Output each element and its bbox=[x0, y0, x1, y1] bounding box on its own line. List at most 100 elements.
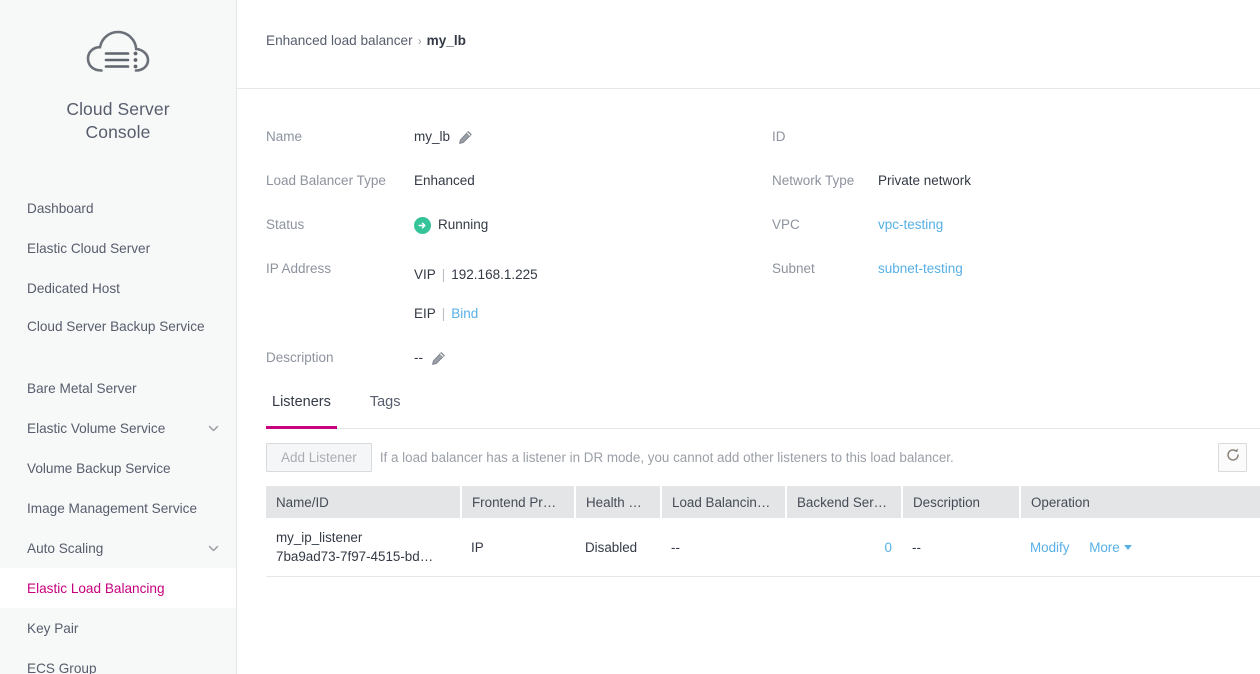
cell-description: -- bbox=[902, 518, 1020, 577]
vpc-link[interactable]: vpc-testing bbox=[878, 215, 943, 235]
network-type-label: Network Type bbox=[772, 173, 855, 188]
load-balancer-detail-panel: Name my_lb ID Load Balancer Type Enhance… bbox=[237, 89, 1260, 380]
column-header-name-id[interactable]: Name/ID bbox=[266, 486, 462, 518]
brand-block: Cloud Server Console bbox=[0, 0, 236, 144]
sidebar-item-label: Elastic Cloud Server bbox=[27, 240, 151, 256]
ip-address-label: IP Address bbox=[266, 261, 332, 276]
breadcrumb: Enhanced load balancer › my_lb bbox=[266, 33, 1260, 48]
vpc-label: VPC bbox=[772, 217, 800, 232]
cell-frontend-protocol: IP bbox=[461, 518, 575, 577]
sidebar-item-dedicated-host[interactable]: Dedicated Host bbox=[0, 268, 236, 308]
sidebar-item-label: Volume Backup Service bbox=[27, 460, 171, 476]
network-type-value: Private network bbox=[878, 173, 972, 188]
column-header-health-check[interactable]: Health … bbox=[575, 486, 662, 518]
subnet-label: Subnet bbox=[772, 261, 815, 276]
sidebar-item-elastic-volume-service[interactable]: Elastic Volume Service bbox=[0, 408, 236, 448]
breadcrumb-current: my_lb bbox=[426, 33, 466, 48]
sidebar-item-key-pair[interactable]: Key Pair bbox=[0, 608, 236, 648]
cell-name-id: my_ip_listener 7ba9ad73-7f97-4515-bd… bbox=[266, 518, 461, 577]
load-balancer-type-value: Enhanced bbox=[414, 173, 475, 188]
running-arrow-icon bbox=[414, 216, 431, 234]
add-listener-button[interactable]: Add Listener bbox=[266, 443, 372, 472]
eip-value-wrap: EIP | Bind bbox=[414, 291, 772, 336]
cell-health-check: Disabled bbox=[575, 518, 661, 577]
listeners-table-wrap: Name/ID Frontend Pr… Health … Load Balan… bbox=[266, 486, 1260, 577]
more-label: More bbox=[1089, 539, 1120, 555]
app-root: Cloud Server Console Dashboard Elastic C… bbox=[0, 0, 1260, 674]
load-balancer-type-label: Load Balancer Type bbox=[266, 173, 386, 188]
sidebar-item-ecs-group[interactable]: ECS Group bbox=[0, 648, 236, 674]
vpc-value-wrap: vpc-testing bbox=[878, 203, 1240, 247]
vip-address: 192.168.1.225 bbox=[451, 267, 538, 282]
cell-operation: Modify More bbox=[1020, 518, 1260, 577]
column-header-load-balancing[interactable]: Load Balancin… bbox=[661, 486, 787, 518]
breadcrumb-parent-link[interactable]: Enhanced load balancer bbox=[266, 33, 413, 48]
cloud-server-icon bbox=[0, 28, 236, 89]
column-header-frontend-protocol[interactable]: Frontend Pr… bbox=[461, 486, 576, 518]
listeners-table: Name/ID Frontend Pr… Health … Load Balan… bbox=[266, 486, 1260, 577]
name-value: my_lb bbox=[414, 129, 451, 144]
sidebar-item-label: Dedicated Host bbox=[27, 280, 120, 296]
sidebar-item-volume-backup-service[interactable]: Volume Backup Service bbox=[0, 448, 236, 488]
refresh-icon bbox=[1225, 447, 1241, 468]
description-value-wrap: -- bbox=[414, 336, 772, 380]
modify-link[interactable]: Modify bbox=[1030, 540, 1069, 555]
table-header: Name/ID Frontend Pr… Health … Load Balan… bbox=[266, 486, 1260, 518]
sidebar-item-image-management-service[interactable]: Image Management Service bbox=[0, 488, 236, 528]
sidebar-item-bare-metal-server[interactable]: Bare Metal Server bbox=[0, 368, 236, 408]
listener-id: 7ba9ad73-7f97-4515-bd… bbox=[276, 549, 434, 564]
id-value bbox=[878, 115, 1240, 159]
table-row[interactable]: my_ip_listener 7ba9ad73-7f97-4515-bd… IP… bbox=[266, 518, 1260, 577]
sidebar-item-label: Auto Scaling bbox=[27, 540, 104, 556]
tab-tags[interactable]: Tags bbox=[364, 394, 407, 428]
sidebar-item-label: Elastic Load Balancing bbox=[27, 580, 165, 596]
sidebar-item-label: Elastic Volume Service bbox=[27, 420, 166, 436]
cell-load-balancing: -- bbox=[661, 518, 786, 577]
column-header-operation[interactable]: Operation bbox=[1020, 486, 1260, 518]
sidebar-item-dashboard[interactable]: Dashboard bbox=[0, 188, 236, 228]
pencil-icon[interactable] bbox=[458, 130, 473, 145]
eip-prefix: EIP bbox=[414, 306, 436, 321]
subnet-link[interactable]: subnet-testing bbox=[878, 259, 963, 279]
column-header-description[interactable]: Description bbox=[902, 486, 1021, 518]
backend-servers-link[interactable]: 0 bbox=[885, 540, 892, 555]
name-value-wrap: my_lb bbox=[414, 115, 772, 159]
vip-separator: | bbox=[441, 267, 446, 282]
subnet-value-wrap: subnet-testing bbox=[878, 247, 1240, 291]
id-label: ID bbox=[772, 129, 786, 144]
sidebar-item-elastic-cloud-server[interactable]: Elastic Cloud Server bbox=[0, 228, 236, 268]
status-badge: Running bbox=[414, 215, 488, 235]
chevron-down-icon[interactable] bbox=[207, 422, 220, 435]
pencil-icon[interactable] bbox=[431, 351, 446, 366]
cell-backend-servers: 0 bbox=[786, 518, 902, 577]
sidebar-item-elastic-load-balancing[interactable]: Elastic Load Balancing bbox=[0, 568, 236, 608]
column-header-backend-servers[interactable]: Backend Ser… bbox=[786, 486, 903, 518]
more-dropdown[interactable]: More bbox=[1089, 540, 1132, 555]
sidebar-item-auto-scaling[interactable]: Auto Scaling bbox=[0, 528, 236, 568]
description-value: -- bbox=[414, 350, 423, 365]
name-label: Name bbox=[266, 129, 303, 144]
sidebar-item-cloud-server-backup-service[interactable]: Cloud Server Backup Service bbox=[0, 308, 236, 368]
vip-value-wrap: VIP | 192.168.1.225 bbox=[414, 247, 772, 291]
eip-bind-link[interactable]: Bind bbox=[451, 306, 478, 321]
description-label: Description bbox=[266, 350, 334, 365]
main-content: Enhanced load balancer › my_lb Name my_lb … bbox=[237, 0, 1260, 674]
vip-prefix: VIP bbox=[414, 267, 436, 282]
tab-listeners[interactable]: Listeners bbox=[266, 394, 337, 429]
sidebar-item-label: Dashboard bbox=[27, 200, 94, 216]
sidebar-item-label: Key Pair bbox=[27, 620, 79, 636]
refresh-button[interactable] bbox=[1218, 443, 1247, 472]
table-body: my_ip_listener 7ba9ad73-7f97-4515-bd… IP… bbox=[266, 518, 1260, 577]
table-header-row: Name/ID Frontend Pr… Health … Load Balan… bbox=[266, 486, 1260, 518]
breadcrumb-separator-icon: › bbox=[417, 34, 422, 48]
breadcrumb-bar: Enhanced load balancer › my_lb bbox=[237, 0, 1260, 89]
chevron-down-icon[interactable] bbox=[207, 542, 220, 555]
detail-grid: Name my_lb ID Load Balancer Type Enhance… bbox=[237, 115, 1260, 380]
sidebar-item-label: ECS Group bbox=[27, 660, 97, 674]
eip-separator: | bbox=[441, 306, 446, 321]
status-label: Status bbox=[266, 217, 305, 232]
sidebar-item-label: Bare Metal Server bbox=[27, 380, 137, 396]
listener-name: my_ip_listener bbox=[276, 530, 363, 545]
status-text: Running bbox=[438, 217, 489, 232]
tab-label: Tags bbox=[369, 394, 401, 410]
